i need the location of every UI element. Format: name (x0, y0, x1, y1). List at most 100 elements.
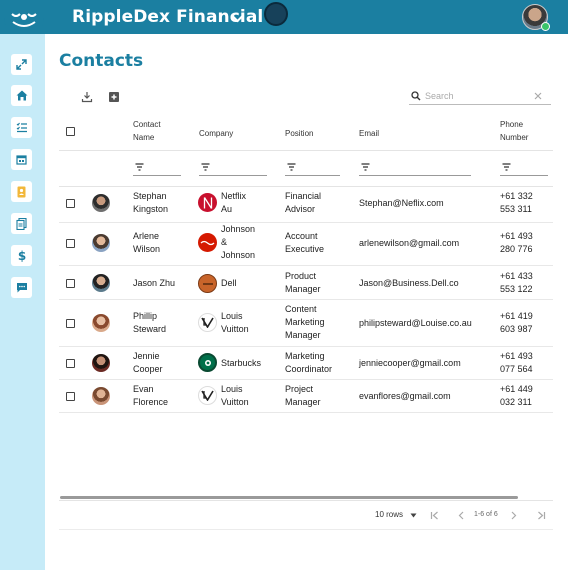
filter-icon (502, 163, 511, 171)
sidebar-item-messages[interactable] (11, 277, 32, 298)
contact-name[interactable]: Jason Zhu (133, 277, 175, 290)
row-divider (59, 299, 553, 300)
caret-down-icon[interactable] (408, 510, 418, 520)
position: Account Executive (285, 231, 325, 254)
column-header-phone[interactable]: Phone Number (500, 118, 528, 144)
phone: +61 433 553 122 (500, 271, 533, 294)
louis-vuitton-logo-icon (198, 386, 217, 405)
filter-phone[interactable] (500, 160, 548, 176)
email[interactable]: evanflores@gmail.com (359, 390, 451, 403)
next-page-icon[interactable] (508, 510, 518, 520)
row-checkbox[interactable] (66, 279, 75, 288)
search-box[interactable] (409, 88, 551, 105)
filter-position[interactable] (285, 160, 340, 176)
filter-icon (287, 163, 296, 171)
contact-avatar (92, 354, 110, 372)
svg-text:$: $ (17, 249, 25, 262)
download-button[interactable] (80, 90, 94, 104)
filter-contact-name[interactable] (133, 160, 181, 176)
row-checkbox[interactable] (66, 239, 75, 248)
email[interactable]: jenniecooper@gmail.com (359, 357, 461, 370)
contact-avatar (92, 314, 110, 332)
row-checkbox[interactable] (66, 359, 75, 368)
sidebar-item-documents[interactable] (11, 213, 32, 234)
position: Product Manager (285, 271, 321, 294)
sidebar-item-calendar[interactable] (11, 149, 32, 170)
position: Marketing Coordinator (285, 351, 333, 374)
row-checkbox[interactable] (66, 392, 75, 401)
status-indicator[interactable] (264, 2, 288, 26)
column-header-company[interactable]: Company (199, 127, 233, 140)
chat-icon (16, 282, 27, 292)
sidebar (0, 34, 45, 570)
email[interactable]: philipsteward@Louise.co.au (359, 317, 472, 330)
column-header-email[interactable]: Email (359, 127, 379, 140)
add-box-icon (109, 92, 119, 102)
contacts-book-icon (17, 186, 26, 197)
add-contact-button[interactable] (107, 90, 121, 104)
phone: +61 449 032 311 (500, 384, 533, 407)
company-name: Louis Vuitton (221, 311, 249, 334)
checklist-icon (16, 122, 27, 133)
row-divider (59, 346, 553, 347)
header-divider (59, 150, 553, 151)
ripple-logo-icon (11, 13, 37, 27)
download-icon (81, 92, 93, 103)
clear-search-icon[interactable] (534, 92, 542, 100)
phone: +61 332 553 311 (500, 191, 533, 214)
sidebar-item-contacts[interactable] (11, 181, 32, 202)
company-name: Johnson & Johnson (221, 224, 256, 260)
position: Content Marketing Manager (285, 304, 325, 340)
table-footer-divider (59, 500, 553, 501)
contact-name[interactable]: Phillip Steward (133, 310, 166, 336)
select-all-checkbox[interactable] (66, 127, 75, 136)
contact-name[interactable]: Arlene Wilson (133, 230, 160, 256)
email[interactable]: Stephan@Neflix.com (359, 197, 444, 210)
company-name: Starbucks (221, 358, 262, 368)
filter-divider (59, 186, 553, 187)
filter-email[interactable] (359, 160, 471, 176)
starbucks-logo-icon (198, 353, 217, 372)
horizontal-scrollbar[interactable] (60, 496, 518, 499)
column-header-contact-name[interactable]: Contact Name (133, 118, 161, 144)
filter-icon (135, 163, 144, 171)
search-icon (411, 91, 421, 101)
phone: +61 419 603 987 (500, 311, 533, 334)
company-name: Netflix Au (221, 191, 247, 214)
email[interactable]: arlenewilson@gmail.com (359, 237, 459, 250)
rows-per-page-select[interactable]: 10 rows (375, 510, 403, 519)
previous-page-icon[interactable] (456, 510, 466, 520)
phone: +61 493 280 776 (500, 231, 533, 254)
last-page-icon[interactable] (536, 510, 546, 520)
row-checkbox[interactable] (66, 319, 75, 328)
sidebar-item-tasks[interactable] (11, 117, 32, 138)
filter-icon (201, 163, 210, 171)
calendar-icon (16, 155, 27, 165)
column-header-position[interactable]: Position (285, 127, 313, 140)
email[interactable]: Jason@Business.Dell.co (359, 277, 459, 290)
contact-name[interactable]: Jennie Cooper (133, 350, 163, 376)
search-input[interactable] (425, 89, 531, 103)
sidebar-item-expand[interactable] (11, 54, 32, 75)
dell-logo-icon (198, 274, 217, 293)
dollar-icon: $ (17, 249, 25, 262)
filter-company[interactable] (199, 160, 267, 176)
chevron-down-icon[interactable] (232, 10, 243, 28)
louis-vuitton-logo-icon (198, 313, 217, 332)
expand-icon (16, 59, 27, 70)
first-page-icon[interactable] (429, 510, 439, 520)
sidebar-item-home[interactable] (11, 85, 32, 106)
sidebar-item-finance[interactable]: $ (11, 245, 32, 266)
contact-avatar (92, 234, 110, 252)
position: Project Manager (285, 384, 321, 407)
company-name: Dell (221, 278, 237, 288)
contact-name[interactable]: Stephan Kingston (133, 190, 168, 216)
row-divider (59, 222, 553, 223)
online-status-icon (541, 22, 550, 31)
filter-icon (361, 163, 370, 171)
contact-name[interactable]: Evan Florence (133, 383, 168, 409)
netflix-logo-icon (198, 193, 217, 212)
page-title: Contacts (59, 51, 144, 71)
position: Financial Advisor (285, 191, 322, 214)
row-checkbox[interactable] (66, 199, 75, 208)
